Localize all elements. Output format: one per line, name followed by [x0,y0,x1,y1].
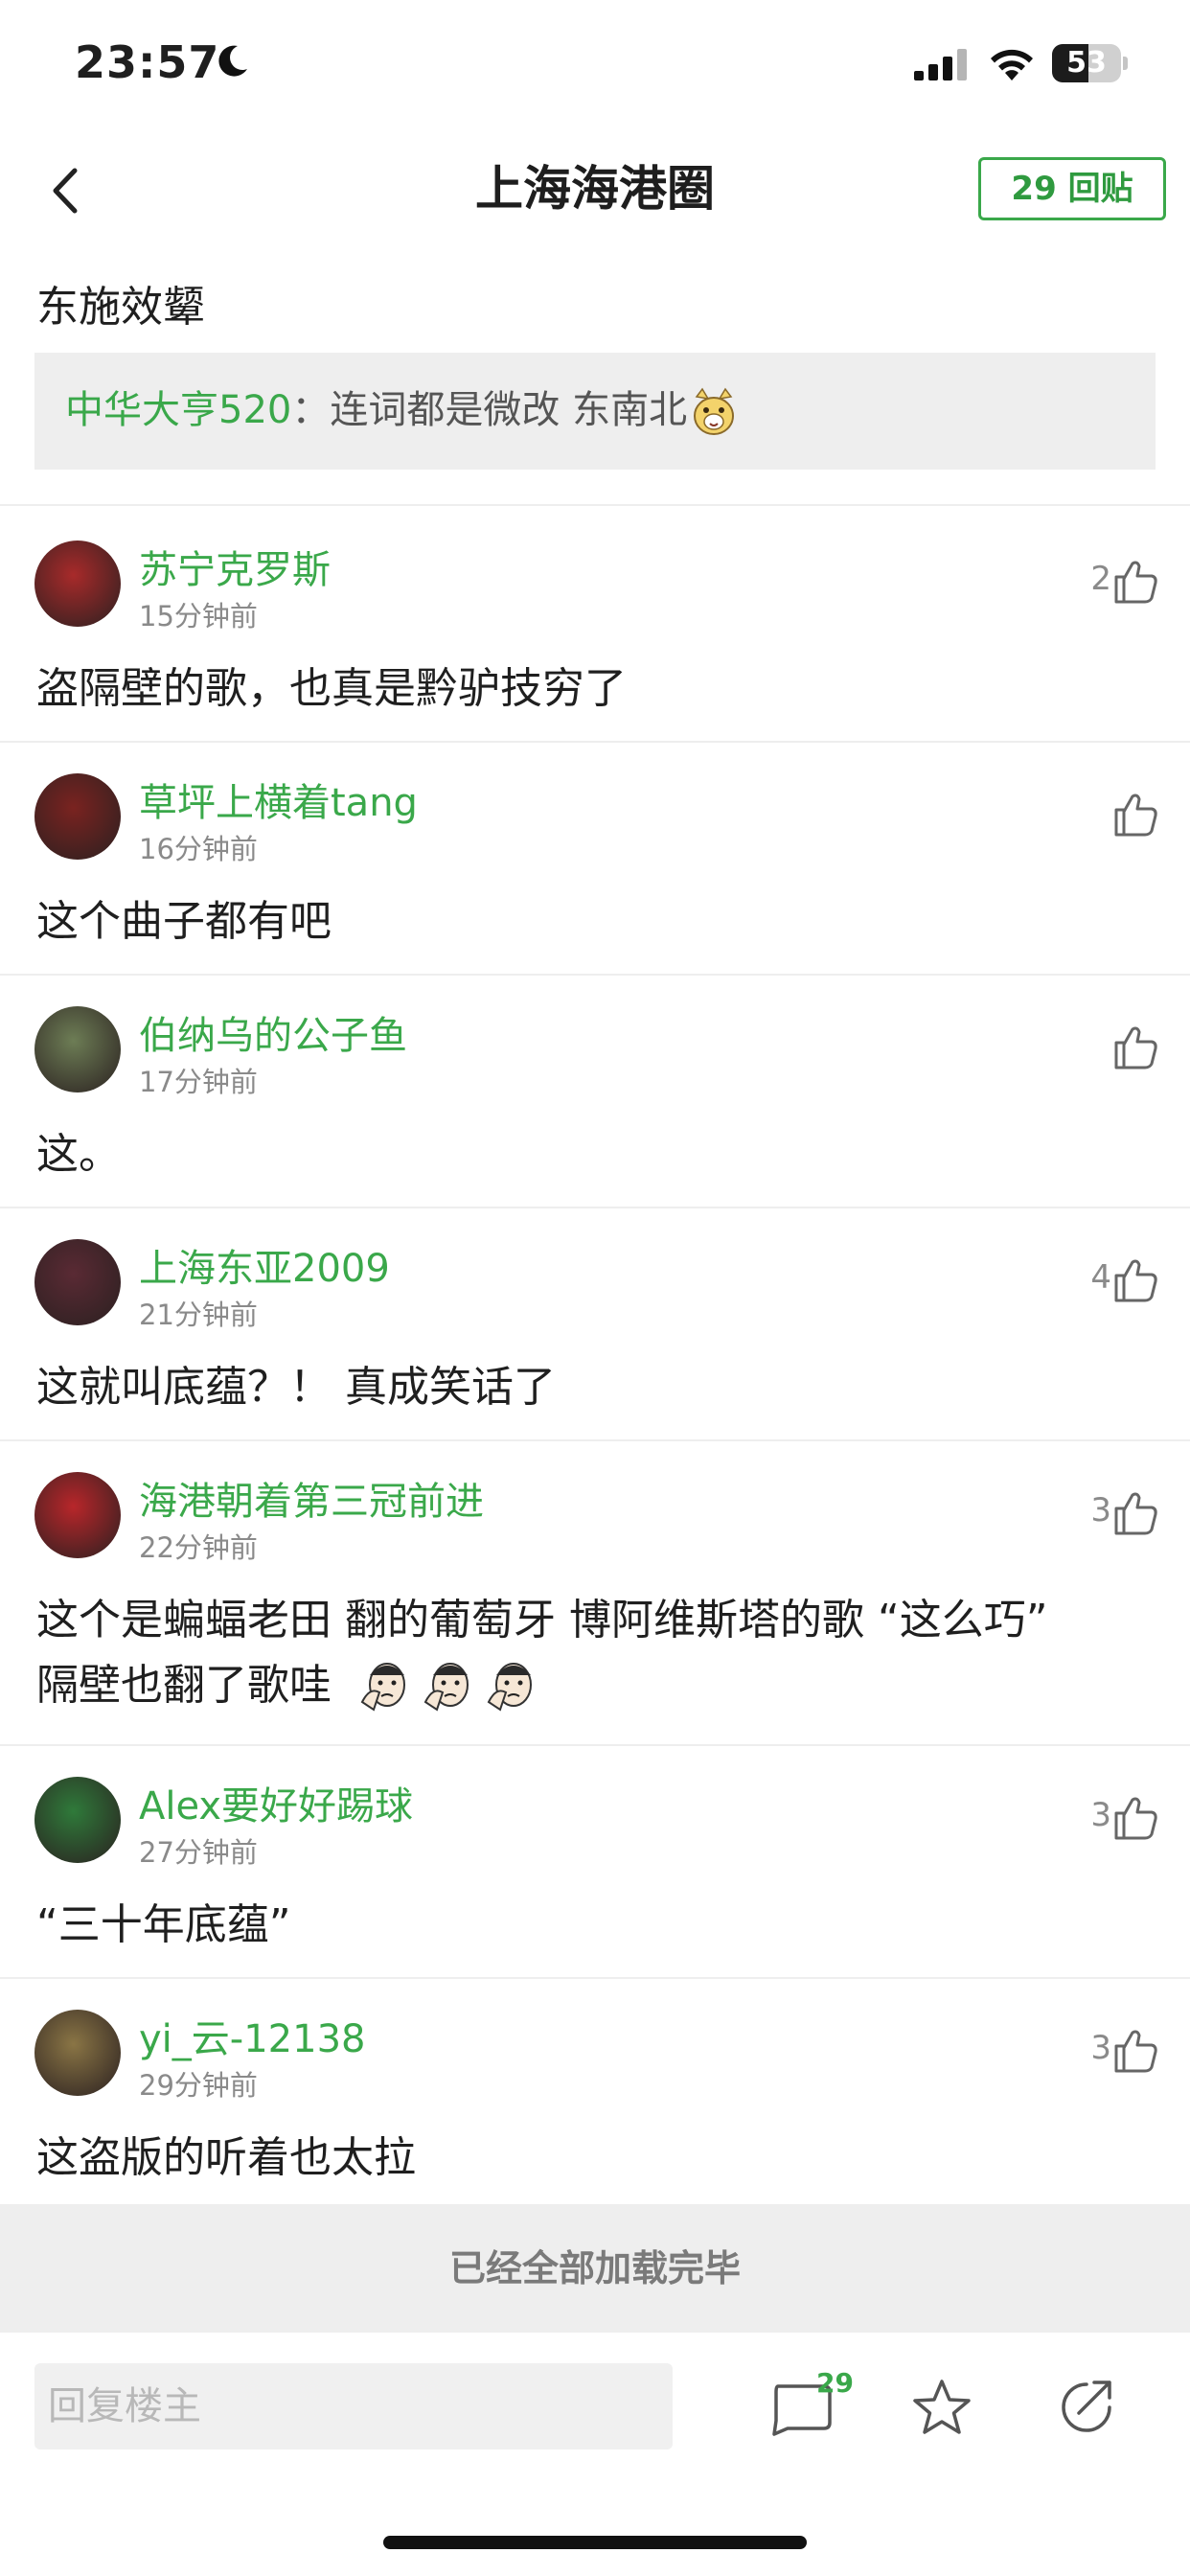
comment-text: “三十年底蕴” [36,1900,291,1949]
reply-input[interactable] [34,2363,673,2450]
reply-count-button[interactable]: 29 回贴 [978,157,1166,220]
facepalm-emoji-icon [360,1663,405,1712]
comment-item: 伯纳乌的公子鱼 17分钟前 这。 [0,974,1190,1207]
comment-timestamp: 29分钟前 [139,2069,258,2102]
quote-text: 连词都是微改 东南北 [330,388,688,432]
like-count: 2 [1090,560,1111,598]
comment-text: 这就叫底蕴？！ 真成笑话了 [36,1363,556,1412]
comment-text: 隔壁也翻了歌哇 [36,1661,332,1710]
comment-timestamp: 27分钟前 [139,1836,258,1869]
home-indicator [383,2536,807,2549]
avatar[interactable] [34,1472,121,1558]
like-count: 4 [1090,1258,1111,1297]
comment-text: 这。 [36,1130,121,1179]
comment-item: 上海东亚2009 21分钟前 4 这就叫底蕴？！ 真成笑话了 [0,1207,1190,1439]
avatar[interactable] [34,1239,121,1325]
thumbs-up-icon[interactable] [1111,558,1159,606]
facepalm-emoji-icon [423,1663,469,1712]
comment-text: 这个是蝙蝠老田 翻的葡萄牙 博阿维斯塔的歌 “这么巧” [36,1596,1048,1644]
comment-item: yi_云-12138 29分钟前 3 这盗版的听着也太拉 [0,1977,1190,2204]
comment-username[interactable]: 伯纳乌的公子鱼 [139,1004,407,1060]
status-time: 23:57 [75,36,220,88]
thumbs-up-icon[interactable] [1111,1024,1159,1071]
comment-username[interactable]: 苏宁克罗斯 [139,539,331,594]
thumbs-up-icon[interactable] [1111,1794,1159,1842]
comment-item: Alex要好好踢球 27分钟前 3 “三十年底蕴” [0,1744,1190,1977]
cellular-signal-icon [914,49,967,80]
thumbs-up-icon[interactable] [1111,1489,1159,1537]
comment-timestamp: 16分钟前 [139,833,258,865]
thumbs-up-icon[interactable] [1111,791,1159,839]
comment-username[interactable]: 上海东亚2009 [139,1237,390,1293]
quote-separator: ： [291,388,331,432]
comment-username[interactable]: Alex要好好踢球 [139,1775,413,1830]
avatar[interactable] [34,540,121,627]
comment-username[interactable]: yi_云-12138 [139,2008,365,2063]
nav-bar: 上海海港圈 29 回贴 [0,128,1190,253]
status-bar: 23:57 53 [0,0,1190,128]
comment-item: 草坪上横着tang 16分钟前这个曲子都有吧 [0,741,1190,974]
post-content: 东施效颦 [36,283,205,332]
comment-count-badge: 29 [816,2367,854,2399]
like-count: 3 [1090,1796,1111,1834]
page-title: 上海海港圈 [475,161,715,217]
like-count: 3 [1090,2029,1111,2067]
comment-text: 盗隔壁的歌，也真是黔驴技穷了 [36,664,627,713]
back-chevron-icon[interactable] [38,157,96,224]
battery-indicator: 53 [1052,44,1128,82]
facepalm-emoji-icon [487,1663,532,1712]
share-icon[interactable] [1054,2377,1117,2438]
avatar[interactable] [34,1006,121,1092]
like-count: 3 [1090,1491,1111,1530]
emoji-face-icon [694,387,735,435]
wifi-icon [991,49,1033,80]
comment-timestamp: 17分钟前 [139,1066,258,1098]
comment-username[interactable]: 海港朝着第三冠前进 [139,1470,484,1526]
avatar[interactable] [34,1777,121,1863]
star-icon[interactable] [910,2377,973,2438]
comment-item: 苏宁克罗斯 15分钟前 2 盗隔壁的歌，也真是黔驴技穷了 [0,508,1190,741]
comment-timestamp: 22分钟前 [139,1531,258,1564]
comment-text: 这个曲子都有吧 [36,897,332,946]
avatar[interactable] [34,773,121,860]
thumbs-up-icon[interactable] [1111,2027,1159,2075]
comment-text: 这盗版的听着也太拉 [36,2133,416,2182]
comment-item: 海港朝着第三冠前进 22分钟前 3 这个是蝙蝠老田 翻的葡萄牙 博阿维斯塔的歌 “这么… [0,1439,1190,1744]
comment-timestamp: 21分钟前 [139,1299,258,1331]
moon-icon [218,45,247,77]
comment-timestamp: 15分钟前 [139,600,258,632]
all-loaded-notice: 已经全部加载完毕 [0,2204,1190,2333]
avatar[interactable] [34,2010,121,2096]
quote-author[interactable]: 中华大亨520 [65,388,291,432]
quoted-reply[interactable]: 中华大亨520：连词都是微改 东南北 [34,353,1156,470]
comment-username[interactable]: 草坪上横着tang [139,771,418,827]
battery-level: 53 [1066,46,1107,80]
divider [0,504,1190,506]
thumbs-up-icon[interactable] [1111,1256,1159,1304]
